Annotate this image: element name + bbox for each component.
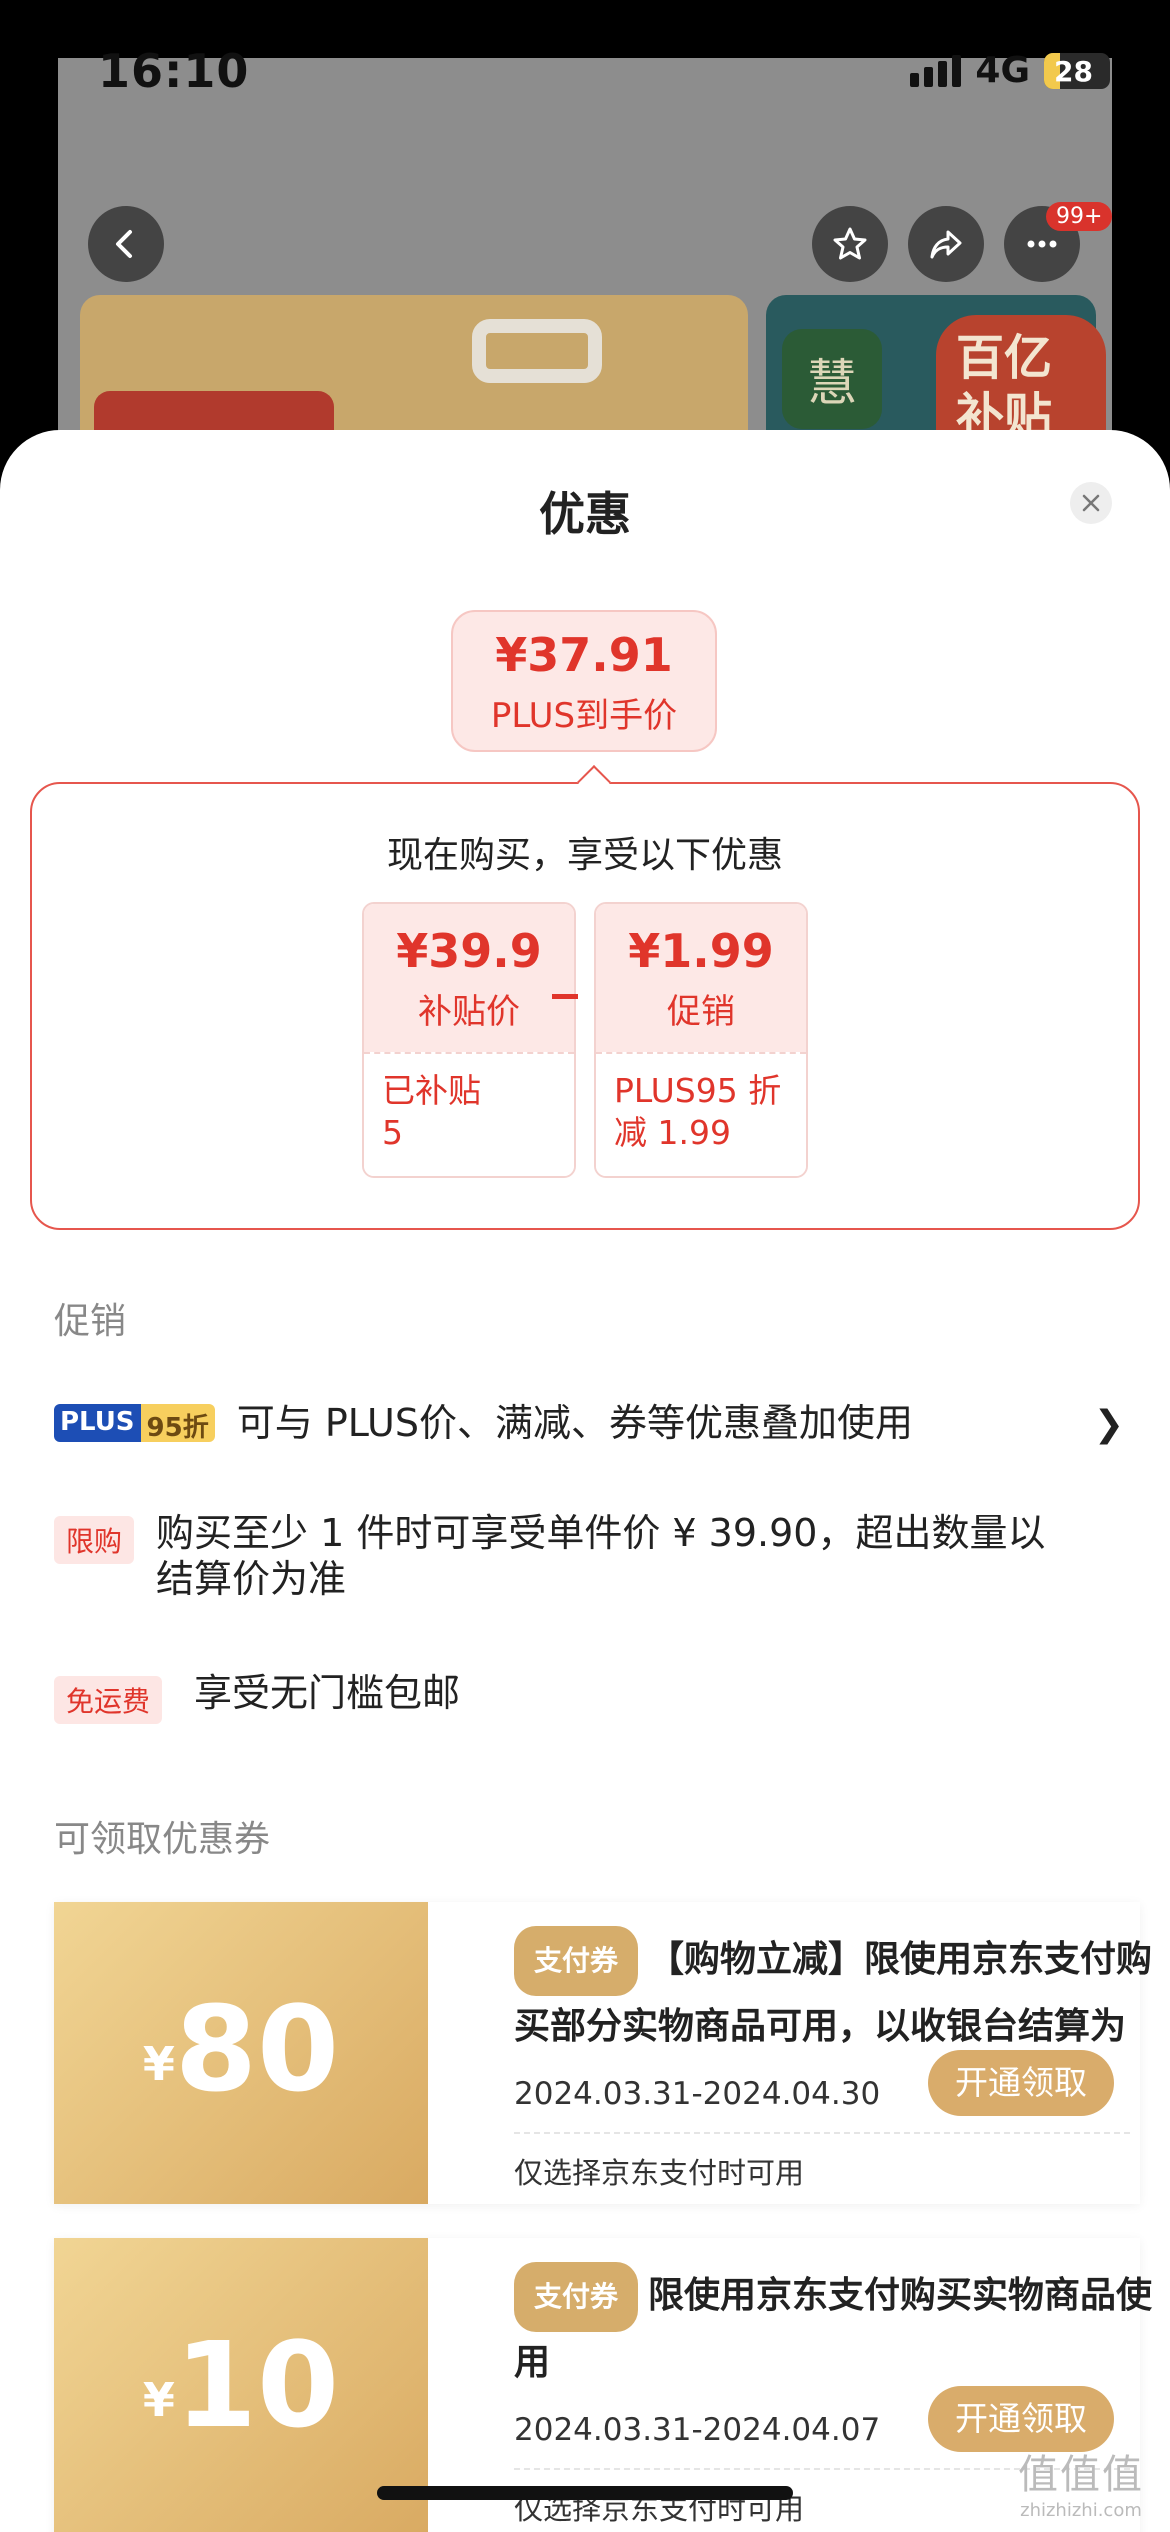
payment-coupon-tag: 支付券 — [514, 1926, 639, 1996]
favorite-button[interactable] — [812, 206, 888, 282]
status-bar: 16:10 4G 28 — [0, 0, 1170, 140]
plus-95-tag: PLUS 95折 — [54, 1404, 215, 1442]
promo-row-limit: 限购 购买至少 1 件时可享受单件价 ¥ 39.90，超出数量以结算价为准 — [54, 1510, 1124, 1602]
battery-level: 28 — [1054, 54, 1093, 88]
close-button[interactable] — [1070, 482, 1112, 524]
share-button[interactable] — [908, 206, 984, 282]
free-shipping-tag: 免运费 — [54, 1676, 163, 1724]
coupon-section-label: 可领取优惠券 — [54, 1819, 271, 1860]
promo-discount-value: ¥1.99 — [628, 924, 774, 978]
subsidy-price-value: ¥39.9 — [396, 924, 542, 978]
coupon-description: 支付券【购物立减】限使用京东支付购买部分实物商品可用，以收银台结算为准 — [514, 1926, 1160, 2050]
brand-seal: 慧 — [782, 329, 882, 429]
coupon-note: 仅选择京东支付时可用 — [514, 2156, 805, 2190]
network-label: 4G — [975, 50, 1030, 91]
promo-row-plus[interactable]: PLUS 95折 可与 PLUS价、满减、券等优惠叠加使用 ❯ — [54, 1400, 1124, 1446]
subsidy-price-card: ¥39.9 补贴价 已补贴 5 — [362, 902, 576, 1178]
signal-icon — [910, 54, 962, 87]
price-breakdown: 现在购买，享受以下优惠 ¥39.9 补贴价 已补贴 5 ¥1.99 促销 PLU… — [30, 765, 1140, 1230]
coupon-currency: ¥ — [142, 2037, 175, 2091]
limit-tag: 限购 — [54, 1516, 135, 1564]
subsidy-price-name: 补贴价 — [418, 992, 520, 1032]
coupon-validity: 2024.03.31-2024.04.30 — [514, 2076, 881, 2112]
share-icon — [930, 230, 962, 259]
notification-badge: 99+ — [1046, 202, 1113, 231]
final-price-label: PLUS到手价 — [490, 696, 678, 736]
status-icons: 4G 28 — [910, 50, 1110, 91]
discount-sheet: 优惠 ¥37.91 PLUS到手价 现在购买，享受以下优惠 ¥39.9 补贴价 … — [0, 430, 1170, 2532]
divider — [514, 2132, 1130, 2134]
minus-sign — [552, 994, 578, 999]
promo-section-label: 促销 — [54, 1301, 127, 1342]
battery-icon: 28 — [1044, 52, 1110, 89]
promo-text: 购买至少 1 件时可享受单件价 ¥ 39.90，超出数量以结算价为准 — [156, 1511, 1046, 1601]
coupon-amount: 80 — [174, 1980, 340, 2118]
coupon-amount-panel: ¥80 — [54, 1902, 428, 2204]
chevron-left-icon — [116, 230, 132, 258]
coupon-description: 支付券 限使用京东支付购买实物商品使用 — [514, 2262, 1160, 2386]
status-time: 16:10 — [98, 44, 250, 98]
sheet-title: 优惠 — [539, 487, 631, 541]
star-icon — [833, 227, 867, 260]
home-indicator[interactable] — [377, 2486, 793, 2500]
promo-discount-detail: PLUS95 折减 1.99 — [596, 1052, 806, 1176]
subsidy-detail: 已补贴 5 — [364, 1052, 574, 1176]
chevron-right-icon: ❯ — [1093, 1404, 1124, 1445]
coupon-amount: 10 — [174, 2316, 340, 2454]
payment-coupon-tag: 支付券 — [514, 2262, 639, 2332]
claim-coupon-button[interactable]: 开通领取 — [928, 2050, 1114, 2116]
watermark: 值值值 zhizhizhi.com — [1018, 2452, 1144, 2521]
breakdown-heading: 现在购买，享受以下优惠 — [386, 835, 783, 876]
promo-text: 可与 PLUS价、满减、券等优惠叠加使用 — [236, 1401, 913, 1445]
coupon-card: ¥80 支付券【购物立减】限使用京东支付购买部分实物商品可用，以收银台结算为准 … — [54, 1902, 1152, 2204]
promo-discount-card: ¥1.99 促销 PLUS95 折减 1.99 — [594, 902, 808, 1178]
close-icon — [1082, 494, 1100, 512]
promo-row-shipping: 免运费 享受无门槛包邮 — [54, 1670, 1124, 1724]
final-price-amount: ¥37.91 — [495, 628, 673, 682]
coupon-amount-panel: ¥10 — [54, 2238, 428, 2532]
coupon-validity: 2024.03.31-2024.04.07 — [514, 2412, 881, 2448]
coupon-currency: ¥ — [142, 2373, 175, 2427]
promo-text: 享受无门槛包邮 — [194, 1671, 461, 1715]
plus-final-price: ¥37.91 PLUS到手价 — [451, 610, 717, 752]
promo-discount-name: 促销 — [667, 992, 735, 1032]
back-button[interactable] — [88, 206, 164, 282]
